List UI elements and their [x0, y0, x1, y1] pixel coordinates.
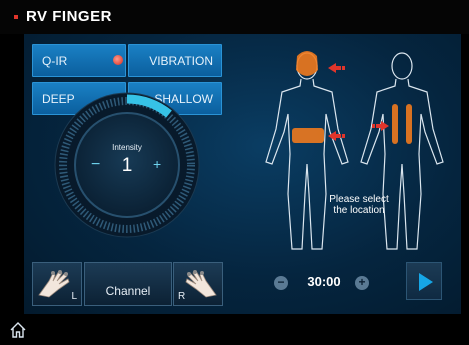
timer-decrease-button[interactable]: − — [274, 276, 288, 290]
vibration-label: VIBRATION — [149, 53, 213, 68]
timer-value: 30:00 — [307, 274, 341, 289]
home-icon — [10, 322, 26, 338]
intensity-value: 1 — [121, 155, 133, 176]
back-body-figure — [360, 52, 444, 250]
channel-button[interactable]: Channel — [84, 262, 172, 306]
home-button[interactable] — [8, 320, 28, 340]
qir-indicator-icon — [113, 55, 123, 65]
qir-label: Q-IR — [42, 53, 68, 68]
title-bar: RV FINGER — [0, 0, 469, 34]
face-zone-highlight — [296, 51, 318, 76]
location-prompt: Please select the location — [319, 194, 399, 216]
app-title: RV FINGER — [26, 8, 112, 25]
play-button[interactable] — [406, 262, 442, 300]
intensity-increase-button[interactable]: + — [153, 156, 161, 172]
back-zone-right-highlight — [406, 104, 412, 144]
title-bullet — [14, 15, 18, 19]
vibration-button[interactable]: VIBRATION — [128, 44, 222, 77]
hand-left-icon — [38, 270, 70, 298]
location-prompt-line1: Please select — [329, 194, 389, 205]
qir-button[interactable]: Q-IR — [32, 44, 126, 77]
arrow-left-icon — [328, 63, 345, 73]
back-zone-left-highlight — [392, 104, 398, 144]
play-icon — [419, 273, 433, 291]
left-channel-label: L — [71, 291, 77, 302]
location-prompt-line2: the location — [333, 205, 385, 216]
body-map[interactable] — [252, 44, 452, 264]
channel-label: Channel — [105, 284, 151, 298]
app-frame: RV FINGER Q-IR VIBRATION DEEP SHALLOW In… — [0, 0, 469, 345]
body-silhouettes — [265, 51, 444, 250]
right-hand-button[interactable]: R — [173, 262, 223, 306]
intensity-label: Intensity — [112, 143, 142, 152]
hand-right-icon — [185, 270, 217, 298]
timer-increase-button[interactable]: + — [355, 276, 369, 290]
intensity-dial[interactable]: Intensity − 1 + — [53, 91, 201, 239]
abdomen-zone-highlight — [292, 128, 324, 143]
front-body-figure — [265, 52, 349, 250]
main-panel: Q-IR VIBRATION DEEP SHALLOW Intensity − … — [24, 34, 461, 314]
left-hand-button[interactable]: L — [32, 262, 82, 306]
